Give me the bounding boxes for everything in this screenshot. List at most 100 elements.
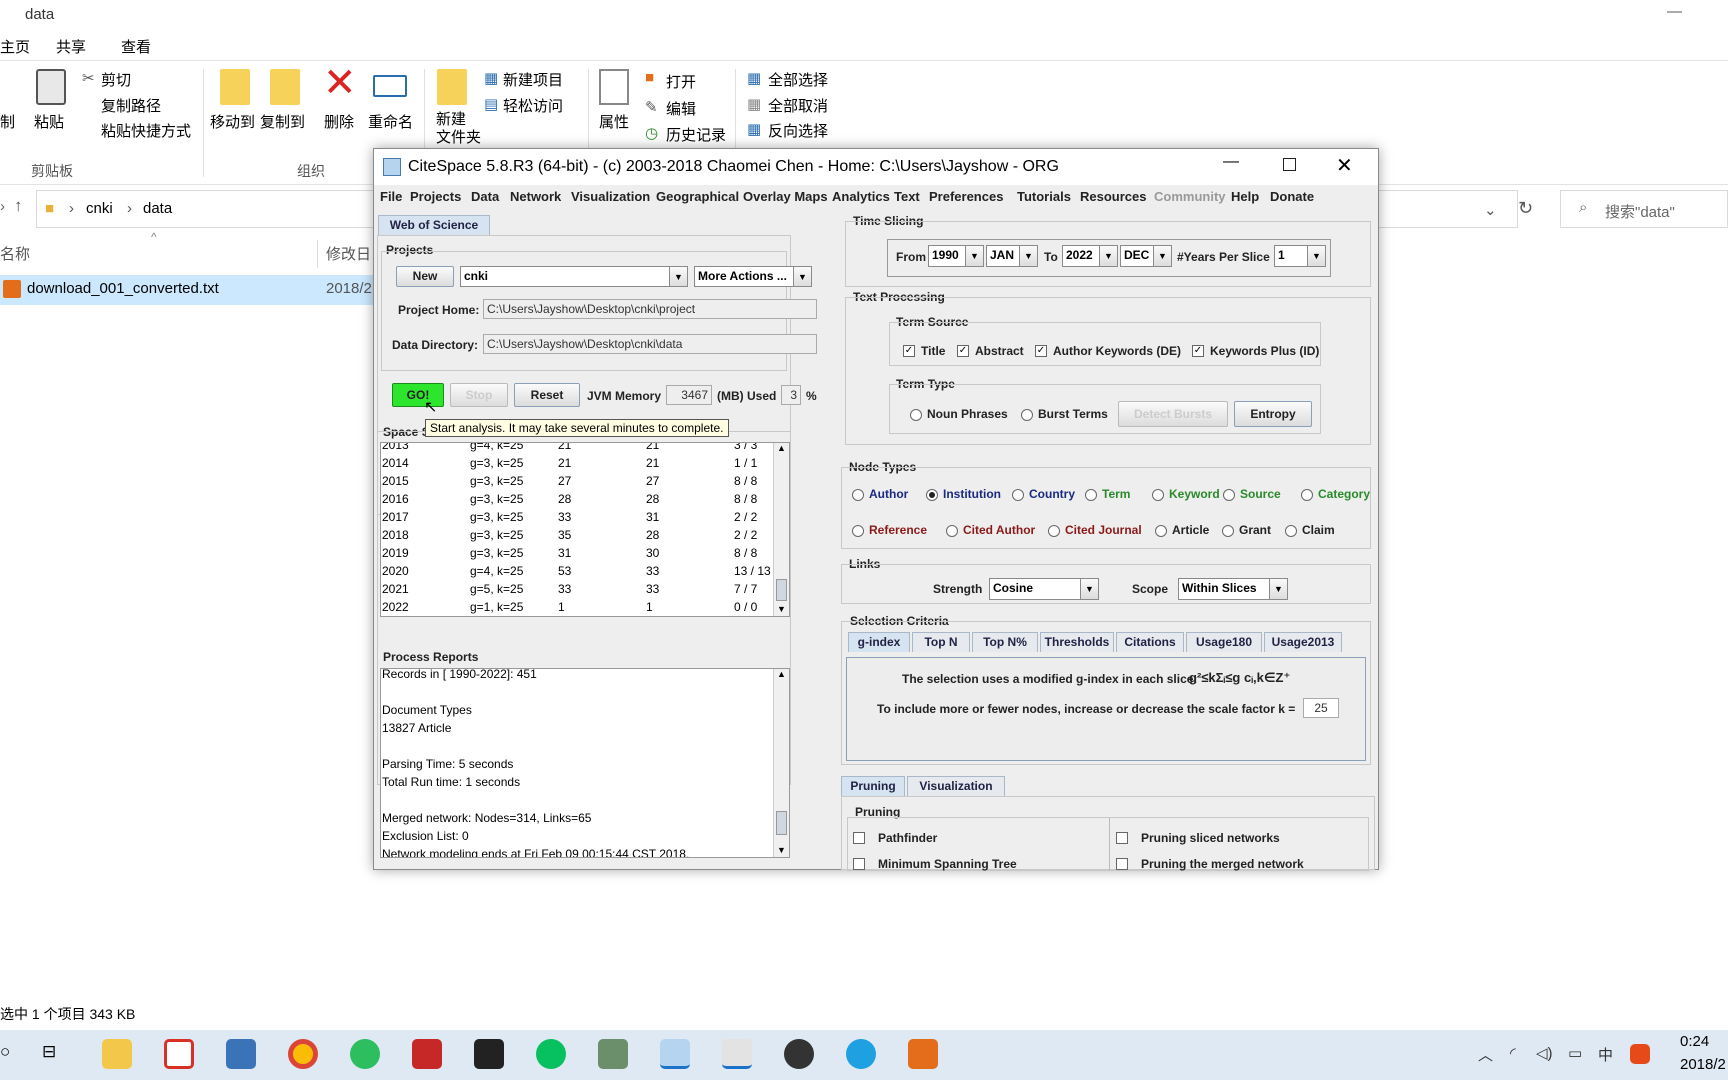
from-year-select[interactable]: 1990 ▼: [928, 245, 984, 267]
table-row[interactable]: 2016 g=3, k=25 28 28 8 / 8: [381, 492, 771, 510]
minimize-button[interactable]: —: [1223, 153, 1239, 171]
tab-top-n[interactable]: Top N: [912, 632, 970, 652]
obs-icon[interactable]: [784, 1039, 814, 1069]
pathfinder-checkbox[interactable]: [853, 832, 865, 844]
scale-factor-field[interactable]: 25: [1303, 698, 1339, 718]
node-type-radio-author[interactable]: [852, 489, 864, 501]
reset-button[interactable]: Reset: [514, 383, 580, 407]
column-name[interactable]: 名称: [0, 243, 30, 264]
chevron-down-icon[interactable]: ⌄: [1484, 201, 1497, 219]
rename-button[interactable]: 重命名: [368, 111, 413, 132]
table-row[interactable]: 2019 g=3, k=25 31 30 8 / 8: [381, 546, 771, 564]
stop-button[interactable]: Stop: [450, 383, 508, 407]
menu-help[interactable]: Help: [1231, 189, 1259, 204]
sticky-notes-icon[interactable]: [474, 1039, 504, 1069]
menu-overlay-maps[interactable]: Overlay Maps: [743, 189, 828, 204]
pruning-sliced-checkbox[interactable]: [1116, 832, 1128, 844]
copy-to-button[interactable]: 复制到: [260, 111, 305, 132]
back-icon[interactable]: ›: [0, 198, 5, 215]
app-icon[interactable]: [598, 1039, 628, 1069]
node-type-radio-claim[interactable]: [1285, 525, 1297, 537]
project-select[interactable]: cnki ▼: [460, 266, 688, 287]
paste-shortcut-button[interactable]: 粘贴快捷方式: [101, 120, 191, 141]
volume-icon[interactable]: ◁): [1536, 1044, 1553, 1062]
wechat-icon[interactable]: [536, 1039, 566, 1069]
open-button[interactable]: 打开: [666, 71, 696, 92]
tab-usage180[interactable]: Usage180: [1186, 632, 1262, 652]
author-keywords-checkbox[interactable]: ✓: [1035, 345, 1047, 357]
scroll-thumb[interactable]: [776, 811, 787, 835]
scope-select[interactable]: Within Slices ▼: [1178, 578, 1288, 600]
tab-thresholds[interactable]: Thresholds: [1040, 632, 1114, 652]
history-button[interactable]: 历史记录: [666, 124, 726, 145]
node-type-radio-keyword[interactable]: [1152, 489, 1164, 501]
abstract-checkbox[interactable]: ✓: [957, 345, 969, 357]
column-modified[interactable]: 修改日: [326, 243, 371, 264]
file-row[interactable]: download_001_converted.txt 2018/2: [0, 275, 380, 305]
pruning-merged-checkbox[interactable]: [1116, 858, 1128, 870]
node-type-radio-cited-journal[interactable]: [1048, 525, 1060, 537]
menu-file[interactable]: File: [380, 189, 402, 204]
copy-path-button[interactable]: 复制路径: [101, 95, 161, 116]
breadcrumb-cnki[interactable]: cnki: [86, 200, 113, 217]
node-type-radio-cited-author[interactable]: [946, 525, 958, 537]
tab-share[interactable]: 共享: [56, 36, 86, 57]
select-all-button[interactable]: 全部选择: [768, 69, 828, 90]
wifi-icon[interactable]: ◜: [1510, 1044, 1516, 1062]
to-month-select[interactable]: DEC ▼: [1120, 245, 1172, 267]
node-type-radio-term[interactable]: [1085, 489, 1097, 501]
edge-icon[interactable]: [846, 1039, 876, 1069]
tab-view[interactable]: 查看: [121, 36, 151, 57]
close-button[interactable]: ✕: [1336, 153, 1353, 178]
scroll-up-icon[interactable]: ▲: [777, 669, 786, 679]
up-arrow-icon[interactable]: ↑: [14, 196, 23, 216]
menu-network[interactable]: Network: [510, 189, 561, 204]
burst-terms-radio[interactable]: [1021, 409, 1033, 421]
vertical-scrollbar[interactable]: ▲ ▼: [773, 669, 789, 857]
keywords-plus-checkbox[interactable]: ✓: [1192, 345, 1204, 357]
gmail-icon[interactable]: [164, 1039, 194, 1069]
menu-preferences[interactable]: Preferences: [929, 189, 1003, 204]
table-row[interactable]: 2017 g=3, k=25 33 31 2 / 2: [381, 510, 771, 528]
chrome-icon[interactable]: [288, 1039, 318, 1069]
ime-indicator[interactable]: 中: [1598, 1044, 1613, 1065]
menu-text[interactable]: Text: [894, 189, 920, 204]
table-row[interactable]: 2015 g=3, k=25 27 27 8 / 8: [381, 474, 771, 492]
easy-access-button[interactable]: 轻松访问: [503, 95, 563, 116]
properties-button[interactable]: 属性: [599, 111, 629, 132]
search-icon[interactable]: ○: [0, 1042, 10, 1062]
from-month-select[interactable]: JAN ▼: [986, 245, 1038, 267]
tab-visualization[interactable]: Visualization: [907, 776, 1005, 796]
tab-pruning[interactable]: Pruning: [841, 776, 905, 796]
slice-status-list[interactable]: 2013 g=4, k=25 21 21 3 / 3 2014 g=3, k=25 21 21 1…: [380, 442, 790, 617]
entropy-button[interactable]: Entropy: [1234, 401, 1312, 427]
new-item-button[interactable]: 新建项目: [503, 69, 563, 90]
project-home-field[interactable]: C:\Users\Jayshow\Desktop\cnki\project: [483, 299, 817, 319]
table-row[interactable]: 2013 g=4, k=25 21 21 3 / 3: [381, 443, 771, 456]
title-checkbox[interactable]: ✓: [903, 345, 915, 357]
clock-date[interactable]: 2018/2: [1680, 1056, 1726, 1073]
table-row[interactable]: 2021 g=5, k=25 33 33 7 / 7: [381, 582, 771, 600]
java-icon[interactable]: [722, 1039, 752, 1069]
new-folder-button[interactable]: 新建 文件夹: [436, 111, 481, 147]
task-view-icon[interactable]: ⊟: [42, 1042, 56, 1062]
battery-icon[interactable]: ▭: [1568, 1044, 1582, 1062]
strength-select[interactable]: Cosine ▼: [989, 578, 1099, 600]
data-directory-field[interactable]: C:\Users\Jayshow\Desktop\cnki\data: [483, 334, 817, 354]
menu-resources[interactable]: Resources: [1080, 189, 1146, 204]
tab-citations[interactable]: Citations: [1116, 632, 1184, 652]
tab-top-n-[interactable]: Top N%: [972, 632, 1038, 652]
delete-button[interactable]: 删除: [324, 111, 354, 132]
menu-donate[interactable]: Donate: [1270, 189, 1314, 204]
menu-data[interactable]: Data: [471, 189, 499, 204]
node-type-radio-institution[interactable]: [926, 489, 938, 501]
years-per-slice-select[interactable]: 1 ▼: [1274, 245, 1326, 267]
vertical-scrollbar[interactable]: ▲ ▼: [773, 443, 789, 616]
table-row[interactable]: 2020 g=4, k=25 53 33 13 / 13: [381, 564, 771, 582]
chevron-up-icon[interactable]: ︿: [1478, 1044, 1493, 1065]
address-bar[interactable]: ■ › cnki › data: [36, 190, 376, 228]
scroll-thumb[interactable]: [776, 579, 787, 601]
sublime-text-icon[interactable]: [908, 1039, 938, 1069]
scroll-down-icon[interactable]: ▼: [777, 845, 786, 855]
cut-button[interactable]: 剪切: [101, 69, 131, 90]
